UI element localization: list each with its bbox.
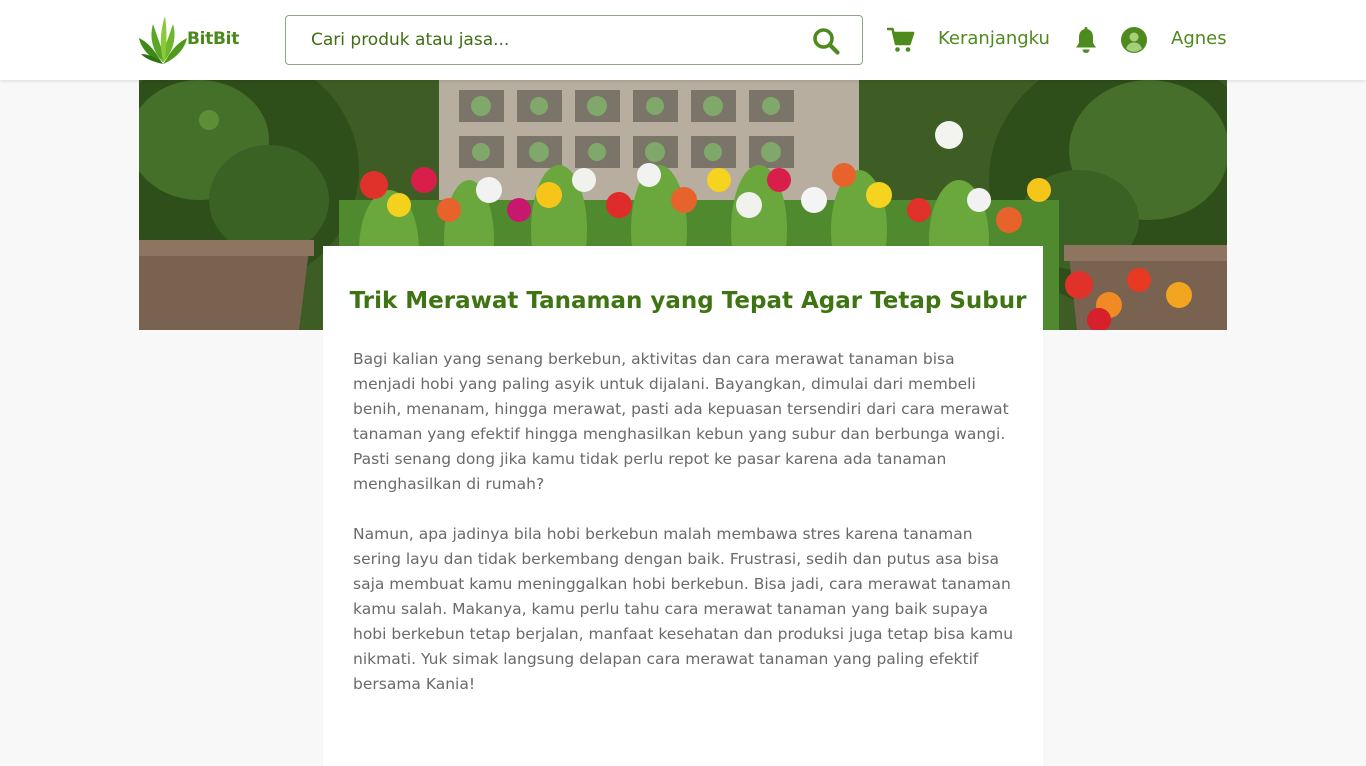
search-icon[interactable] xyxy=(812,27,840,55)
search-bar xyxy=(285,15,863,65)
article-paragraph: Namun, apa jadinya bila hobi berkebun ma… xyxy=(353,525,1014,693)
cart-icon[interactable] xyxy=(887,26,915,54)
article-card: Trik Merawat Tanaman yang Tepat Agar Tet… xyxy=(323,246,1043,766)
article-paragraph: Bagi kalian yang senang berkebun, aktivi… xyxy=(353,350,1009,493)
brand-name: BitBit xyxy=(187,29,240,49)
cart-link[interactable]: Keranjangku xyxy=(938,28,1050,49)
bell-icon[interactable] xyxy=(1074,27,1098,54)
article-body: Bagi kalian yang senang berkebun, aktivi… xyxy=(353,347,1015,722)
search-input[interactable] xyxy=(287,17,787,63)
user-name-link[interactable]: Agnes xyxy=(1171,28,1227,49)
leaf-logo-icon xyxy=(139,16,187,64)
brand-logo[interactable]: BitBit xyxy=(139,14,239,66)
article-title: Trik Merawat Tanaman yang Tepat Agar Tet… xyxy=(349,288,1027,314)
top-navbar: BitBit Keranjangku Agnes xyxy=(0,0,1366,80)
user-avatar-icon[interactable] xyxy=(1121,27,1147,53)
